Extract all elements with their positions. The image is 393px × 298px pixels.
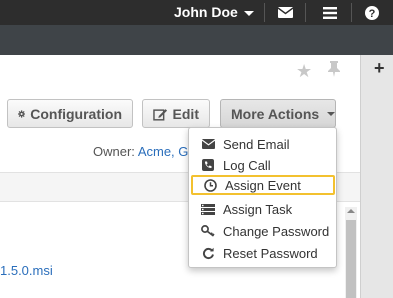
key-icon — [201, 224, 215, 238]
right-sidebar — [360, 55, 393, 298]
menu-item-label: Assign Task — [223, 201, 293, 217]
edit-icon — [153, 108, 168, 121]
top-navbar: John Doe ? — [0, 0, 393, 25]
owner-label: Owner: — [93, 144, 135, 159]
user-menu[interactable]: John Doe — [174, 0, 254, 25]
help-glyph: ? — [369, 8, 376, 20]
menu-item-label: Reset Password — [223, 245, 318, 261]
help-icon: ? — [365, 5, 379, 20]
caret-down-icon — [327, 111, 336, 116]
more-actions-dropdown: Send Email Log Call Assign Event Assign … — [188, 127, 337, 268]
menu-item-assign-task[interactable]: Assign Task — [201, 199, 334, 219]
user-name: John Doe — [174, 4, 238, 20]
scroll-up-arrow[interactable] — [347, 209, 355, 213]
divider — [264, 3, 265, 22]
clock-icon — [203, 178, 217, 192]
help-button[interactable]: ? — [357, 0, 387, 25]
envelope-icon — [201, 137, 215, 151]
edit-label: Edit — [172, 105, 199, 122]
menu-item-label: Log Call — [223, 157, 271, 173]
menu-button[interactable] — [315, 0, 345, 25]
menu-item-label: Change Password — [223, 223, 330, 239]
edit-button[interactable]: Edit — [142, 99, 210, 128]
more-actions-button[interactable]: More Actions — [220, 99, 336, 128]
configuration-label: Configuration — [30, 105, 122, 122]
chevron-down-icon — [243, 10, 254, 16]
menu-icon — [323, 6, 337, 19]
owner-field: Owner: Acme, G — [93, 144, 188, 159]
menu-item-reset-password[interactable]: Reset Password — [201, 243, 334, 263]
refresh-icon — [201, 246, 215, 260]
menu-item-assign-event[interactable]: Assign Event — [191, 175, 335, 195]
menu-item-change-password[interactable]: Change Password — [201, 221, 334, 241]
phone-icon — [201, 158, 215, 172]
mail-button[interactable] — [270, 0, 300, 25]
menu-item-label: Assign Event — [225, 177, 301, 193]
envelope-icon — [277, 7, 293, 18]
menu-item-label: Send Email — [223, 136, 290, 152]
gear-icon — [18, 109, 26, 118]
configuration-button[interactable]: Configuration — [7, 99, 133, 128]
more-actions-label: More Actions — [231, 105, 320, 122]
star-icon[interactable]: ★ — [296, 61, 312, 82]
divider — [305, 3, 306, 22]
file-link[interactable]: 1.5.0.msi — [0, 263, 53, 278]
add-button[interactable]: + — [374, 58, 385, 79]
menu-item-log-call[interactable]: Log Call — [201, 155, 334, 175]
divider — [351, 3, 352, 22]
menu-item-send-email[interactable]: Send Email — [201, 134, 334, 154]
secondary-navbar — [0, 25, 393, 55]
scrollbar[interactable] — [345, 207, 357, 298]
task-list-icon — [201, 202, 215, 216]
owner-link[interactable]: Acme, G — [138, 144, 188, 159]
scrollbar-thumb[interactable] — [346, 220, 356, 298]
pin-icon[interactable] — [328, 61, 340, 81]
